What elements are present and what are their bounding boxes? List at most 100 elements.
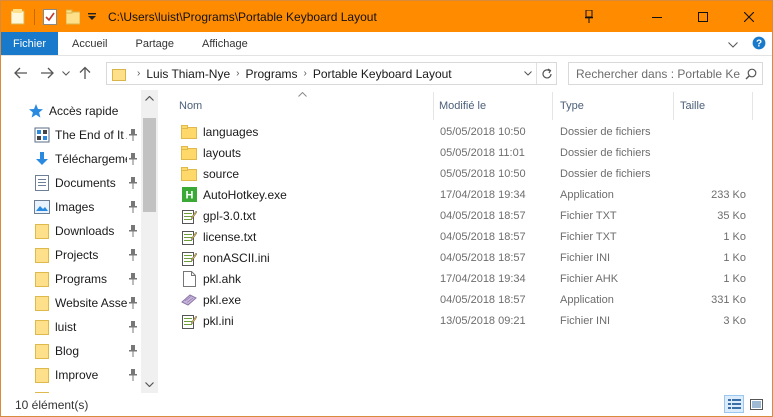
file-list: Nom Modifié le Type Taille languages 05/… xyxy=(174,90,764,393)
file-modified: 05/05/2018 10:50 xyxy=(440,167,526,180)
column-header-name[interactable]: Nom xyxy=(179,95,429,117)
pin-icon[interactable] xyxy=(128,225,138,237)
file-modified: 17/04/2018 19:34 xyxy=(440,272,526,285)
column-divider[interactable] xyxy=(433,92,434,120)
column-divider[interactable] xyxy=(552,92,553,120)
file-type: Fichier INI xyxy=(560,314,611,327)
search-icon[interactable] xyxy=(740,68,762,80)
table-row[interactable]: pkl.ini 13/05/2018 09:21 Fichier INI 3 K… xyxy=(174,310,764,331)
file-modified: 04/05/2018 18:57 xyxy=(440,209,526,222)
table-row[interactable]: pkl.exe 04/05/2018 18:57 Application 331… xyxy=(174,289,764,310)
file-type: Application xyxy=(560,188,614,201)
close-button[interactable] xyxy=(726,1,772,32)
back-button[interactable] xyxy=(9,61,33,85)
folder-icon xyxy=(33,247,51,263)
pin-icon[interactable] xyxy=(128,129,138,141)
file-modified: 05/05/2018 10:50 xyxy=(440,125,526,138)
column-divider[interactable] xyxy=(673,92,674,120)
images-icon xyxy=(33,199,51,215)
scrollbar-thumb[interactable] xyxy=(143,118,156,212)
help-icon[interactable]: ? xyxy=(752,36,766,53)
sidebar-item-label: Projects xyxy=(55,248,99,262)
table-row[interactable]: license.txt 04/05/2018 18:57 Fichier TXT… xyxy=(174,226,764,247)
column-header-size[interactable]: Taille xyxy=(680,95,750,117)
file-name-cell: H AutoHotkey.exe xyxy=(181,184,287,205)
new-folder-icon[interactable] xyxy=(64,8,82,26)
large-icons-view-icon[interactable] xyxy=(746,395,766,413)
details-view-icon[interactable] xyxy=(724,395,744,413)
search-input[interactable]: Rechercher dans : Portable Ke... xyxy=(568,62,763,85)
recent-locations-button[interactable] xyxy=(59,61,73,85)
keyboard-app-icon xyxy=(181,292,197,308)
sidebar-item-label: Blog xyxy=(55,344,80,358)
breadcrumb-separator-icon[interactable]: › xyxy=(304,68,307,79)
pin-window-icon[interactable] xyxy=(585,9,593,26)
column-divider[interactable] xyxy=(752,92,753,120)
file-type: Application xyxy=(560,293,614,306)
pin-icon[interactable] xyxy=(128,321,138,333)
sidebar-item-quick-access[interactable]: Accès rapide xyxy=(27,100,159,122)
folder-icon xyxy=(181,124,197,140)
file-name: nonASCII.ini xyxy=(203,250,270,265)
table-row[interactable]: languages 05/05/2018 10:50 Dossier de fi… xyxy=(174,121,764,142)
pin-icon[interactable] xyxy=(128,345,138,357)
file-name-cell: pkl.exe xyxy=(181,289,241,310)
pin-icon[interactable] xyxy=(128,297,138,309)
file-name: layouts xyxy=(203,145,242,160)
table-row[interactable]: H AutoHotkey.exe 17/04/2018 19:34 Applic… xyxy=(174,184,764,205)
file-size: 1 Ko xyxy=(723,251,746,264)
file-modified: 04/05/2018 18:57 xyxy=(440,230,526,243)
file-type: Fichier TXT xyxy=(560,209,617,222)
quick-access-toolbar xyxy=(1,1,102,32)
table-row[interactable]: pkl.ahk 17/04/2018 19:34 Fichier AHK 1 K… xyxy=(174,268,764,289)
pin-icon[interactable] xyxy=(128,153,138,165)
file-modified: 17/04/2018 19:34 xyxy=(440,188,526,201)
breadcrumb-separator-icon[interactable]: › xyxy=(236,68,239,79)
customize-toolbar-icon[interactable] xyxy=(87,8,97,26)
file-name: gpl-3.0.txt xyxy=(203,208,256,223)
address-actions xyxy=(518,63,556,84)
pin-icon[interactable] xyxy=(128,249,138,261)
breadcrumb-separator-icon[interactable]: › xyxy=(137,68,140,79)
pin-icon[interactable] xyxy=(128,273,138,285)
file-type: Dossier de fichiers xyxy=(560,146,651,159)
file-name: pkl.ahk xyxy=(203,271,242,286)
minimize-button[interactable] xyxy=(634,1,680,32)
column-header-type[interactable]: Type xyxy=(560,95,670,117)
breadcrumb-user[interactable]: Luis Thiam-Nye xyxy=(146,67,230,81)
forward-button[interactable] xyxy=(35,61,59,85)
file-size xyxy=(646,121,746,142)
folder-icon xyxy=(33,295,51,311)
breadcrumb-current[interactable]: Portable Keyboard Layout xyxy=(313,67,452,81)
tab-accueil[interactable]: Accueil xyxy=(58,32,121,55)
table-row[interactable]: gpl-3.0.txt 04/05/2018 18:57 Fichier TXT… xyxy=(174,205,764,226)
tab-fichier[interactable]: Fichier xyxy=(1,32,59,55)
file-type: Fichier INI xyxy=(560,251,611,264)
sidebar-item-label: Downloads xyxy=(55,224,115,238)
refresh-icon[interactable] xyxy=(536,63,556,84)
table-row[interactable]: source 05/05/2018 10:50 Dossier de fichi… xyxy=(174,163,764,184)
file-size: 3 Ko xyxy=(723,314,746,327)
scroll-down-icon[interactable] xyxy=(141,376,158,393)
pin-icon[interactable] xyxy=(128,177,138,189)
table-row[interactable]: layouts 05/05/2018 11:01 Dossier de fich… xyxy=(174,142,764,163)
chevron-down-icon[interactable] xyxy=(518,63,536,84)
chevron-down-icon[interactable] xyxy=(728,37,738,51)
scroll-up-icon[interactable] xyxy=(141,90,158,107)
pin-icon[interactable] xyxy=(128,201,138,213)
tab-partage[interactable]: Partage xyxy=(121,32,188,55)
svg-text:?: ? xyxy=(756,38,762,49)
breadcrumb-programs[interactable]: Programs xyxy=(246,67,298,81)
sidebar-scrollbar[interactable] xyxy=(141,90,158,393)
explorer-window: C:\Users\luist\Programs\Portable Keyboar… xyxy=(0,0,773,417)
tab-affichage[interactable]: Affichage xyxy=(188,32,262,55)
column-header-modified[interactable]: Modifié le xyxy=(439,95,549,117)
folder-icon[interactable] xyxy=(9,8,27,26)
maximize-button[interactable] xyxy=(680,1,726,32)
table-row[interactable]: nonASCII.ini 04/05/2018 18:57 Fichier IN… xyxy=(174,247,764,268)
address-bar[interactable]: › Luis Thiam-Nye › Programs › Portable K… xyxy=(106,62,557,85)
pin-icon[interactable] xyxy=(128,369,138,381)
up-button[interactable] xyxy=(73,61,97,85)
properties-icon[interactable] xyxy=(41,8,59,26)
sidebar-item-label: Accès rapide xyxy=(49,104,119,118)
